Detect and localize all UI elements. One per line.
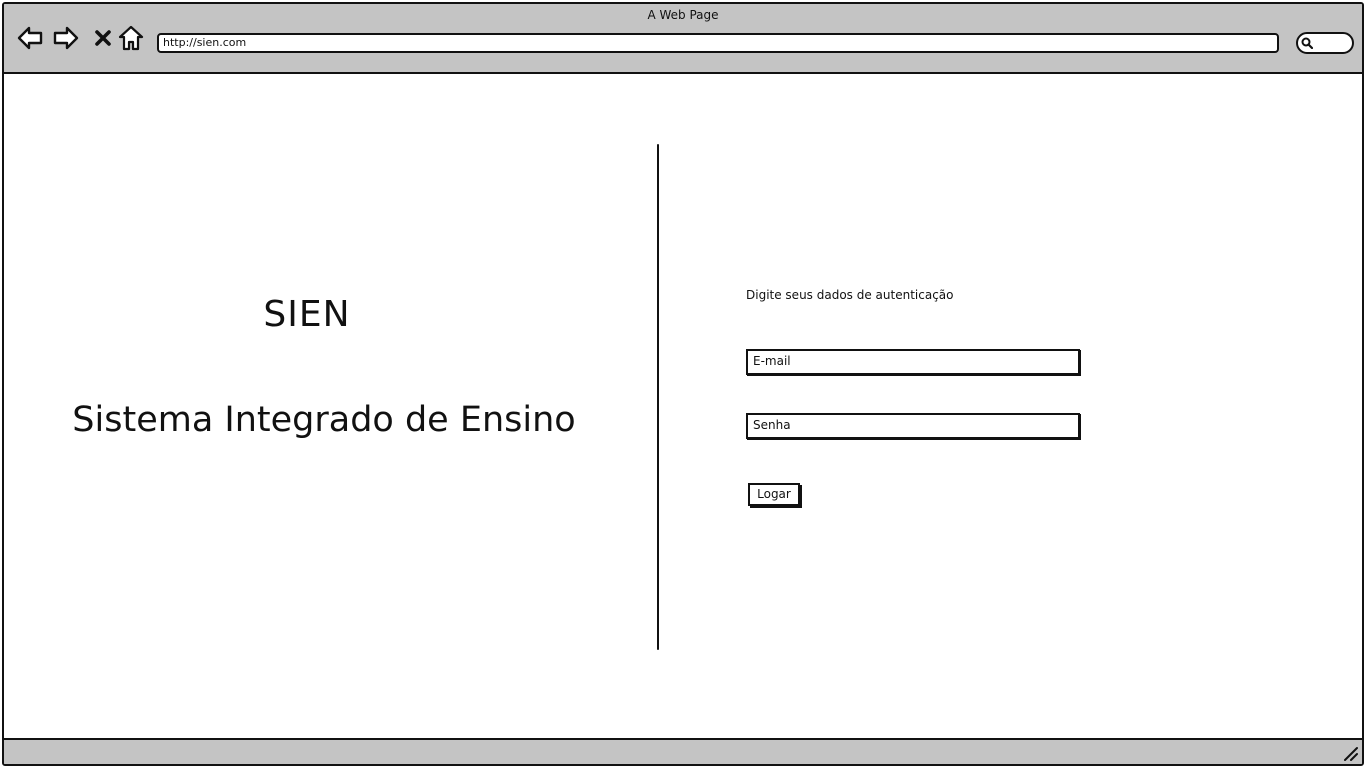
auth-prompt: Digite seus dados de autenticação <box>746 288 954 302</box>
search-field[interactable] <box>1296 32 1354 54</box>
browser-toolbar: A Web Page http://sien.com <box>4 4 1362 74</box>
brand-subtitle: Sistema Integrado de Ensino <box>72 400 576 440</box>
search-icon <box>1301 37 1313 49</box>
status-bar <box>4 738 1362 764</box>
url-bar[interactable]: http://sien.com <box>157 33 1279 53</box>
window-title: A Web Page <box>647 8 719 22</box>
password-field[interactable]: Senha <box>746 413 1080 439</box>
forward-arrow-icon[interactable] <box>52 24 80 52</box>
resize-grip-icon[interactable] <box>1342 745 1358 761</box>
login-button[interactable]: Logar <box>748 483 800 506</box>
vertical-divider <box>657 144 659 650</box>
brand-title: SIEN <box>263 294 351 335</box>
email-field[interactable]: E-mail <box>746 349 1080 375</box>
back-arrow-icon[interactable] <box>16 24 44 52</box>
browser-window: A Web Page http://sien.com SIEN Sistema … <box>2 2 1364 766</box>
close-icon[interactable] <box>89 24 117 52</box>
home-icon[interactable] <box>117 24 145 52</box>
